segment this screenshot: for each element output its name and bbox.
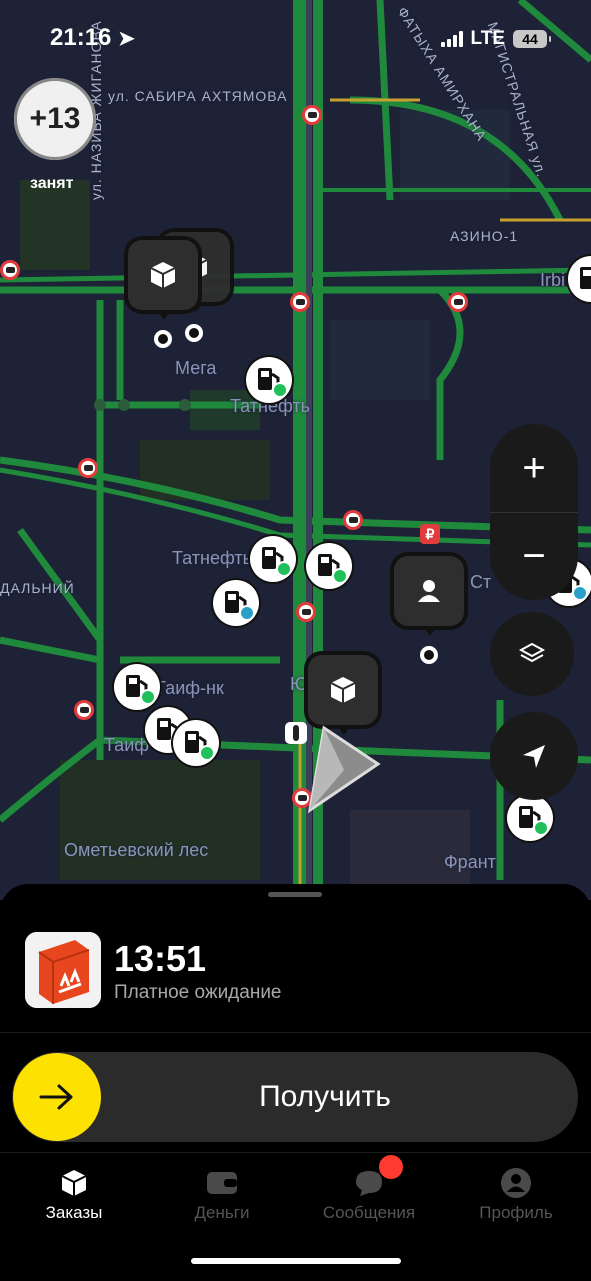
signal-icon	[440, 31, 463, 47]
client-point-marker[interactable]	[420, 646, 438, 664]
speed-camera-icon[interactable]	[78, 458, 98, 478]
box-icon	[61, 1170, 87, 1196]
place-label-yu: Ю	[290, 674, 309, 694]
pickup-point-marker[interactable]	[154, 330, 172, 348]
fuel-station-icon[interactable]	[213, 580, 259, 626]
tab-profile-label: Профиль	[479, 1203, 553, 1222]
parcel-pin-icon[interactable]	[128, 240, 198, 320]
street-label-azino: АЗИНО-1	[450, 228, 519, 244]
order-bottom-sheet: 13:51 Платное ожидание Получить Заказы Д…	[0, 884, 591, 1280]
fuel-station-icon[interactable]	[250, 536, 296, 582]
tab-money-label: Деньги	[194, 1203, 250, 1222]
parcel-box-icon	[25, 932, 101, 1008]
place-label-tatneft-2: Татнефть	[172, 548, 253, 568]
fuel-station-icon[interactable]	[246, 357, 292, 403]
tab-orders[interactable]: Заказы	[9, 1165, 139, 1225]
fuel-station-icon[interactable]	[114, 664, 160, 710]
receive-slider-button[interactable]: Получить	[12, 1052, 578, 1142]
my-location-button[interactable]	[490, 712, 578, 800]
fuel-station-icon[interactable]	[306, 543, 352, 589]
speed-camera-icon[interactable]	[448, 292, 468, 312]
waiting-timer: 13:51	[114, 938, 207, 979]
place-label-taif-nk: Таиф-нк	[155, 678, 224, 698]
tab-messages[interactable]: Сообщения	[304, 1155, 434, 1225]
layers-icon	[518, 642, 546, 663]
receive-label: Получить	[259, 1080, 391, 1113]
zoom-out-button[interactable]: −	[490, 512, 578, 600]
map-layers-button[interactable]	[490, 612, 574, 696]
tab-money[interactable]: Деньги	[157, 1165, 287, 1225]
place-label-irbis: Irbi	[540, 270, 566, 290]
speed-camera-icon[interactable]	[0, 260, 20, 280]
tab-messages-label: Сообщения	[322, 1203, 416, 1222]
place-label-frant: Франт	[444, 852, 496, 872]
payment-point-icon[interactable]: ₽	[420, 524, 440, 544]
profile-icon	[501, 1168, 531, 1198]
street-label-dalniy: ДАЛЬНИЙ	[0, 580, 75, 596]
zoom-in-button[interactable]: +	[490, 424, 578, 512]
fuel-station-icon[interactable]	[173, 720, 219, 766]
zoom-control: + −	[490, 424, 578, 600]
place-label-mega: Мега	[175, 358, 217, 378]
place-label-taif: Таиф	[104, 735, 150, 755]
busy-status-badge[interactable]: +13	[14, 78, 96, 160]
fuel-station-icon[interactable]	[507, 795, 553, 841]
pickup-point-marker[interactable]	[185, 324, 203, 342]
speed-camera-icon[interactable]	[302, 105, 322, 125]
location-arrow-icon: ➤	[118, 28, 135, 50]
speed-camera-icon[interactable]	[296, 602, 316, 622]
my-location-arrow-icon	[307, 725, 381, 814]
home-indicator[interactable]	[191, 1258, 401, 1264]
speed-camera-icon[interactable]	[74, 700, 94, 720]
battery-icon: 44	[513, 30, 551, 48]
busy-status-label: занят	[30, 175, 74, 192]
network-type: LTE	[470, 28, 505, 49]
tab-orders-label: Заказы	[45, 1203, 103, 1222]
parcel-pin-icon[interactable]	[308, 655, 378, 735]
current-order-card[interactable]: 13:51 Платное ожидание	[0, 914, 591, 1034]
place-label-ometievsky: Ометьевский лес	[64, 840, 209, 860]
wallet-icon	[207, 1172, 237, 1194]
status-time: 21:16 ➤	[50, 24, 135, 51]
tab-profile[interactable]: Профиль	[451, 1165, 581, 1225]
client-pin-icon[interactable]	[394, 556, 464, 636]
street-label-sabira: ул. САБИРА АХТЯМОВА	[108, 88, 288, 104]
place-label-st: Ст	[470, 572, 492, 592]
status-bar: 21:16 ➤ LTE 44	[0, 0, 591, 80]
navigation-arrow-icon	[523, 745, 545, 768]
sheet-drag-handle[interactable]	[268, 892, 322, 897]
notification-badge	[379, 1155, 403, 1179]
order-status-text: Платное ожидание	[114, 982, 282, 1003]
speed-camera-icon[interactable]	[343, 510, 363, 530]
speed-camera-icon[interactable]	[290, 292, 310, 312]
